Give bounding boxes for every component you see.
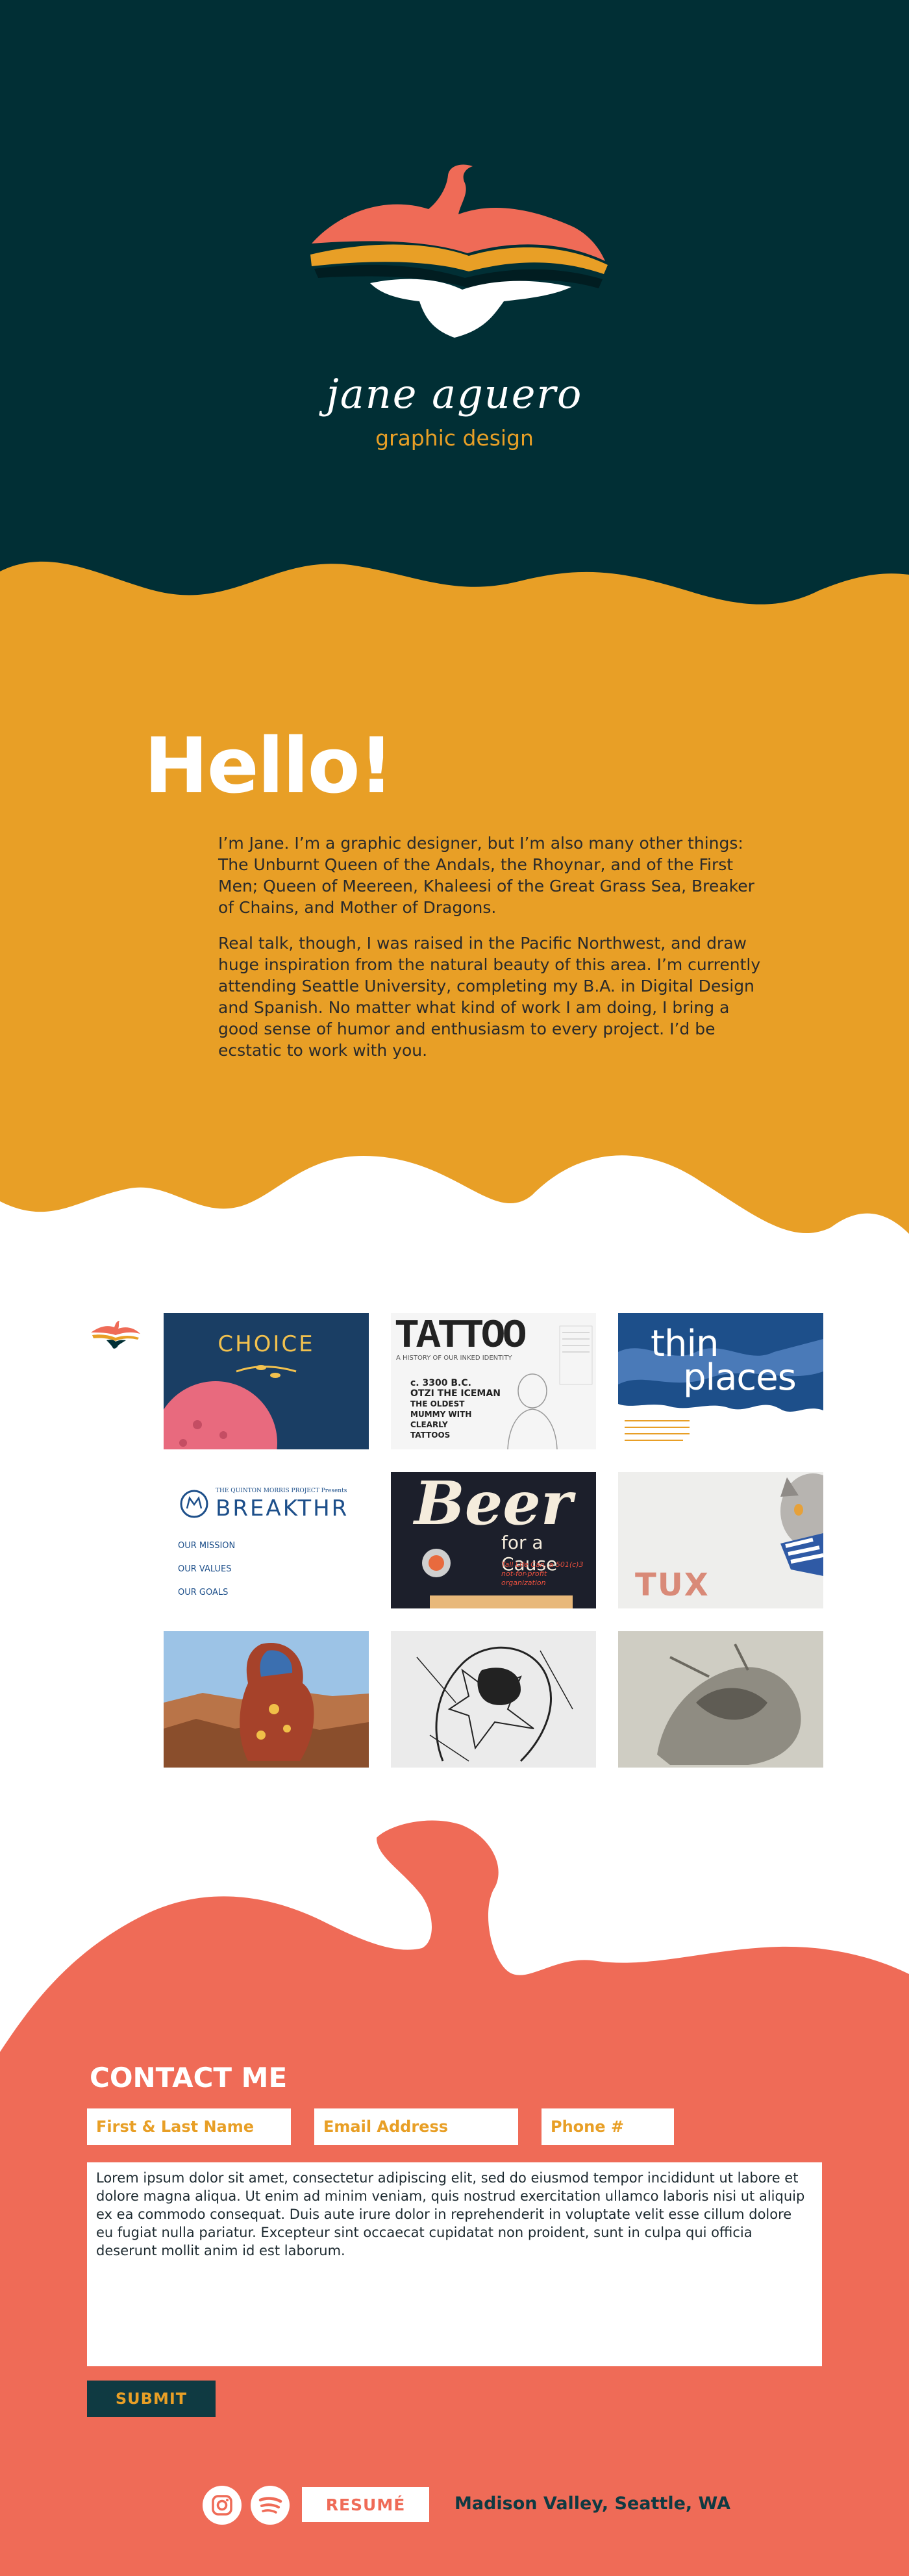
submit-button[interactable]: SUBMIT: [87, 2381, 216, 2417]
instagram-icon: [212, 2495, 232, 2516]
tattoo-figure: [507, 1325, 593, 1449]
pencil-drawing-artwork: [618, 1631, 823, 1768]
breakthr-headings: OUR MISSION OUR VALUES OUR GOALS: [178, 1541, 236, 1597]
message-field[interactable]: Lorem ipsum dolor sit amet, consectetur …: [87, 2162, 822, 2366]
ink-drawing-artwork: [416, 1646, 573, 1762]
portfolio-tile-thin-places[interactable]: thin places: [618, 1313, 823, 1449]
spotify-link[interactable]: [251, 2486, 290, 2525]
portfolio-tile-canyon-collage[interactable]: [164, 1631, 369, 1768]
tux-title: TUX: [635, 1567, 710, 1603]
about-background: [0, 561, 909, 1234]
mini-bird-logo: [91, 1321, 140, 1349]
breakthr-presenter: THE QUINTON MORRIS PROJECT Presents: [216, 1488, 347, 1494]
choice-title: CHOICE: [218, 1331, 315, 1357]
canyon-collage-artwork: [164, 1631, 369, 1768]
portfolio-tile-beer[interactable]: Beer for a Cause Tall Life Can, a 501(c)…: [391, 1472, 596, 1608]
beer-tagline: Tall Life Can, a 501(c)3 not-for-profit …: [501, 1560, 584, 1587]
name-field[interactable]: [87, 2108, 291, 2145]
thin-places-title: thin places: [651, 1323, 797, 1399]
portfolio-tile-tattoo[interactable]: TATTOO A HISTORY OF OUR INKED IDENTITY c…: [391, 1313, 596, 1449]
site-tagline: graphic design: [375, 425, 534, 451]
bird-logo: [310, 164, 608, 338]
about-paragraph-2: Real talk, though, I was raised in the P…: [218, 934, 761, 1060]
site-name: jane aguero: [326, 370, 583, 418]
email-field[interactable]: [314, 2108, 518, 2145]
beer-title: Beer: [414, 1472, 573, 1538]
portfolio-tile-choice[interactable]: CHOICE: [164, 1313, 369, 1449]
resume-button[interactable]: RESUMÉ: [302, 2487, 429, 2522]
portfolio-tile-breakthr[interactable]: THE QUINTON MORRIS PROJECT Presents BREA…: [164, 1472, 369, 1608]
breakthr-logo-icon: [180, 1490, 208, 1518]
about-heading: Hello!: [144, 721, 394, 810]
location-text: Madison Valley, Seattle, WA: [454, 2494, 731, 2514]
instagram-link[interactable]: [203, 2486, 242, 2525]
portfolio-tile-tux[interactable]: TUX: [618, 1472, 823, 1608]
about-paragraph-1: I’m Jane. I’m a graphic designer, but I’…: [218, 834, 754, 917]
phone-field[interactable]: [542, 2108, 674, 2145]
portfolio-tile-pencil-drawing[interactable]: [618, 1631, 823, 1768]
portfolio-tile-ink-drawing[interactable]: [391, 1631, 596, 1768]
breakthr-title: BREAKTHR: [216, 1495, 349, 1521]
spotify-icon: [258, 2497, 282, 2514]
contact-heading: CONTACT ME: [90, 2062, 288, 2094]
